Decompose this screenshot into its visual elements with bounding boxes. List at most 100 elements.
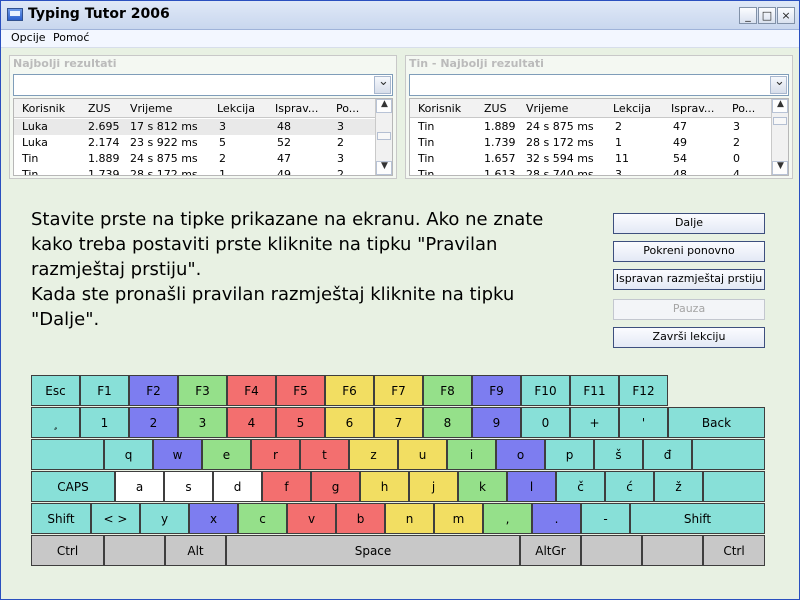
key-f5[interactable]: F5 <box>276 375 325 406</box>
key-minus[interactable]: - <box>581 503 630 534</box>
key-right-win[interactable] <box>581 535 642 566</box>
key-f6[interactable]: F6 <box>325 375 374 406</box>
key-enter[interactable] <box>692 439 765 470</box>
key-x[interactable]: x <box>189 503 238 534</box>
key-f3[interactable]: F3 <box>178 375 227 406</box>
key-f11[interactable]: F11 <box>570 375 619 406</box>
table-row[interactable]: Tin 1.889 24 s 875 ms 2 47 3 <box>14 151 375 167</box>
key-k[interactable]: k <box>458 471 507 502</box>
scroll-down-icon[interactable] <box>772 161 788 175</box>
key-b[interactable]: b <box>336 503 385 534</box>
key-tab[interactable] <box>31 439 104 470</box>
key-q[interactable]: q <box>104 439 153 470</box>
minimize-button[interactable]: _ <box>739 7 757 24</box>
key-a[interactable]: a <box>115 471 164 502</box>
title-bar[interactable]: Typing Tutor 2006 _ □ × <box>1 1 799 30</box>
key-alt[interactable]: Alt <box>165 535 226 566</box>
key-scaron[interactable]: š <box>594 439 643 470</box>
key-r[interactable]: r <box>251 439 300 470</box>
key-3[interactable]: 3 <box>178 407 227 438</box>
key-c[interactable]: c <box>238 503 287 534</box>
table-row[interactable]: Tin 1.613 28 s 740 ms 3 48 4 <box>410 167 771 175</box>
table-row[interactable]: Tin 1.739 28 s 172 ms 1 49 2 <box>410 135 771 151</box>
menu-opcije[interactable]: Opcije <box>11 31 46 44</box>
key-menu[interactable] <box>642 535 703 566</box>
key-left-shift[interactable]: Shift <box>31 503 91 534</box>
column-vrijeme[interactable]: Vrijeme <box>130 102 172 115</box>
key-7[interactable]: 7 <box>374 407 423 438</box>
key-j[interactable]: j <box>409 471 458 502</box>
close-button[interactable]: × <box>777 7 795 24</box>
key-left-win[interactable] <box>104 535 165 566</box>
key-n[interactable]: n <box>385 503 434 534</box>
dalje-button[interactable]: Dalje <box>613 213 765 234</box>
key-o[interactable]: o <box>496 439 545 470</box>
key-0[interactable]: 0 <box>521 407 570 438</box>
table-row[interactable]: Tin 1.657 32 s 594 ms 11 54 0 <box>410 151 771 167</box>
key-e[interactable]: e <box>202 439 251 470</box>
key-altgr[interactable]: AltGr <box>520 535 581 566</box>
key-f2[interactable]: F2 <box>129 375 178 406</box>
key-f7[interactable]: F7 <box>374 375 423 406</box>
key-u[interactable]: u <box>398 439 447 470</box>
ispravan-razmjestaj-button[interactable]: Ispravan razmještaj prstiju <box>613 269 765 290</box>
key-f9[interactable]: F9 <box>472 375 521 406</box>
key-f12[interactable]: F12 <box>619 375 668 406</box>
key-y[interactable]: y <box>140 503 189 534</box>
table-row[interactable]: Luka 2.174 23 s 922 ms 5 52 2 <box>14 135 375 151</box>
best-results-select[interactable] <box>13 74 393 96</box>
key-right-shift[interactable]: Shift <box>630 503 765 534</box>
scroll-thumb[interactable] <box>377 132 391 140</box>
key-left-ctrl[interactable]: Ctrl <box>31 535 104 566</box>
scroll-thumb[interactable] <box>773 117 787 125</box>
key-right-ctrl[interactable]: Ctrl <box>703 535 765 566</box>
key-period[interactable]: . <box>532 503 581 534</box>
user-best-results-select[interactable] <box>409 74 789 96</box>
key-m[interactable]: m <box>434 503 483 534</box>
key-f4[interactable]: F4 <box>227 375 276 406</box>
key-t[interactable]: t <box>300 439 349 470</box>
key-cedilla[interactable]: ¸ <box>31 407 80 438</box>
key-z[interactable]: z <box>349 439 398 470</box>
scroll-up-icon[interactable] <box>376 99 392 113</box>
column-pogreske[interactable]: Po... <box>732 102 755 115</box>
table-scrollbar[interactable] <box>375 99 392 175</box>
key-4[interactable]: 4 <box>227 407 276 438</box>
key-apostrophe[interactable]: ' <box>619 407 668 438</box>
pauza-button[interactable]: Pauza <box>613 299 765 320</box>
scroll-up-icon[interactable] <box>772 99 788 113</box>
key-f8[interactable]: F8 <box>423 375 472 406</box>
key-p[interactable]: p <box>545 439 594 470</box>
column-zus[interactable]: ZUS <box>484 102 507 115</box>
key-6[interactable]: 6 <box>325 407 374 438</box>
key-d[interactable]: d <box>213 471 262 502</box>
key-space[interactable]: Space <box>226 535 520 566</box>
chevron-down-icon[interactable] <box>770 74 787 94</box>
key-esc[interactable]: Esc <box>31 375 80 406</box>
key-angle-brackets[interactable]: < > <box>91 503 140 534</box>
table-row[interactable]: Tin 1.739 28 s 172 ms 1 49 2 <box>14 167 375 175</box>
key-f1[interactable]: F1 <box>80 375 129 406</box>
scroll-down-icon[interactable] <box>376 161 392 175</box>
key-f10[interactable]: F10 <box>521 375 570 406</box>
key-v[interactable]: v <box>287 503 336 534</box>
column-ispravno[interactable]: Isprav... <box>275 102 318 115</box>
key-8[interactable]: 8 <box>423 407 472 438</box>
table-row[interactable]: Luka 2.695 17 s 812 ms 3 48 3 <box>14 119 375 135</box>
key-cacute[interactable]: ć <box>605 471 654 502</box>
key-l[interactable]: l <box>507 471 556 502</box>
key-zcaron[interactable]: ž <box>654 471 703 502</box>
key-caps[interactable]: CAPS <box>31 471 115 502</box>
key-1[interactable]: 1 <box>80 407 129 438</box>
key-5[interactable]: 5 <box>276 407 325 438</box>
chevron-down-icon[interactable] <box>374 74 391 94</box>
key-ccaron[interactable]: č <box>556 471 605 502</box>
column-korisnik[interactable]: Korisnik <box>22 102 65 115</box>
zavrsi-lekciju-button[interactable]: Završi lekciju <box>613 327 765 348</box>
key-backspace[interactable]: Back <box>668 407 765 438</box>
key-g[interactable]: g <box>311 471 360 502</box>
pokreni-ponovno-button[interactable]: Pokreni ponovno <box>613 241 765 262</box>
key-dstroke[interactable]: đ <box>643 439 692 470</box>
column-pogreske[interactable]: Po... <box>336 102 359 115</box>
key-enter-lower[interactable] <box>703 471 765 502</box>
